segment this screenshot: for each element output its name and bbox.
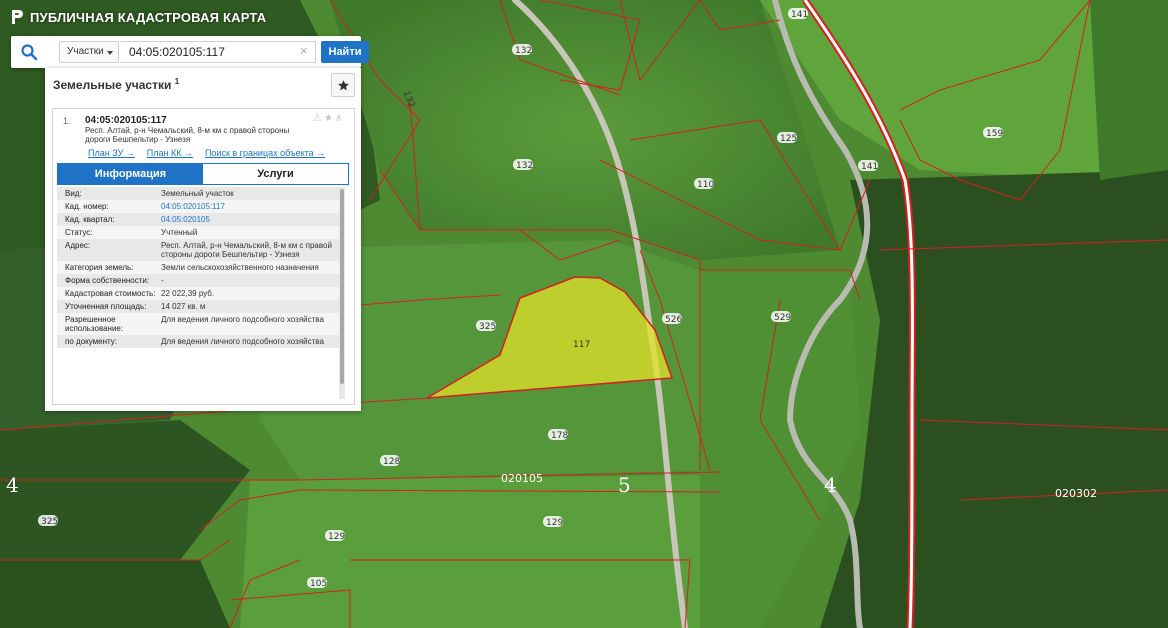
result-index: 1. <box>63 116 71 126</box>
info-row: Вид: Земельный участок <box>57 187 339 200</box>
info-row: по документу: Для ведения личного подсоб… <box>57 335 339 348</box>
app-title: ПУБЛИЧНАЯ КАДАСТРОВАЯ КАРТА <box>10 8 266 26</box>
result-count: 1 <box>174 77 180 86</box>
parcel-label: 526 <box>665 315 682 325</box>
parcel-label: 128 <box>383 457 400 467</box>
search-type-label: Участки <box>67 46 104 57</box>
info-row: Уточненная площадь: 14 027 кв. м <box>57 300 339 313</box>
info-value: Учтенный <box>161 228 198 237</box>
info-key: Адрес: <box>65 241 91 250</box>
parcel-label: 141 <box>791 10 808 20</box>
panel-title-text: Земельные участки <box>53 78 172 92</box>
result-cadastral-number[interactable]: 04:05:020105:117 <box>85 115 167 126</box>
parcel-label: 129 <box>328 532 345 542</box>
link-plan-kk[interactable]: План КК → <box>147 148 193 158</box>
panel-title: Земельные участки 1 <box>53 77 179 92</box>
scrollbar-thumb[interactable] <box>340 189 344 384</box>
parcel-label: 110 <box>697 180 714 190</box>
info-key: Форма собственности: <box>65 276 150 285</box>
tab-info[interactable]: Информация <box>58 164 203 184</box>
info-key: Кадастровая стоимость: <box>65 289 156 298</box>
card-links: План ЗУ → План КК → Поиск в границах объ… <box>88 148 325 158</box>
parcel-label: 129 <box>546 518 563 528</box>
star-icon <box>337 79 349 90</box>
collapse-icon[interactable]: ∧ <box>335 114 342 124</box>
info-value: Для ведения личного подсобного хозяйства <box>161 337 324 346</box>
parcel-label: 159 <box>986 129 1003 139</box>
favorites-button[interactable] <box>331 73 355 97</box>
app-title-text: ПУБЛИЧНАЯ КАДАСТРОВАЯ КАРТА <box>30 9 267 25</box>
info-table: Вид: Земельный участок Кад. номер: 04:05… <box>57 187 339 399</box>
info-value: Земли сельскохозяйственного назначения <box>161 263 319 272</box>
link-search-in-bounds[interactable]: Поиск в границах объекта → <box>205 148 325 158</box>
parcel-label: 325 <box>41 517 58 527</box>
quarter-label: 020302 <box>1055 487 1097 500</box>
info-key: Кад. квартал: <box>65 215 115 224</box>
info-row: Статус: Учтенный <box>57 226 339 239</box>
parcel-label: 529 <box>774 313 791 323</box>
clear-icon[interactable]: × <box>300 44 308 58</box>
info-key: Уточненная площадь: <box>65 302 147 311</box>
search-bar: Участки × Найти <box>11 36 369 68</box>
info-key: Вид: <box>65 189 82 198</box>
zone-label: 5 <box>618 473 631 497</box>
parcel-label: 105 <box>310 579 327 589</box>
parcel-label: 132 <box>516 161 533 171</box>
zone-label: 4 <box>6 473 19 497</box>
results-panel: Земельные участки 1 1. 04:05:020105:117 … <box>45 68 361 411</box>
result-address: Респ. Алтай, р-н Чемальский, 8-м км с пр… <box>85 126 290 144</box>
info-key: Статус: <box>65 228 93 237</box>
info-row: Разрешенное использование: Для ведения л… <box>57 313 339 335</box>
info-row: Кадастровая стоимость: 22 022,39 руб. <box>57 287 339 300</box>
info-value: 22 022,39 руб. <box>161 289 215 298</box>
star-icon[interactable]: ★ <box>324 114 333 124</box>
info-value-link[interactable]: 04:05:020105:117 <box>161 202 339 211</box>
link-plan-zu[interactable]: План ЗУ → <box>88 148 135 158</box>
search-icon[interactable] <box>20 43 38 61</box>
info-value: Респ. Алтай, р-н Чемальский, 8-м км с пр… <box>161 241 332 259</box>
info-scrollbar[interactable] <box>339 187 345 399</box>
card-icons: ⚠ ★ ∧ <box>313 114 342 124</box>
info-key: Категория земель: <box>65 263 134 272</box>
info-key: Кад. номер: <box>65 202 109 211</box>
parcel-label: 141 <box>861 162 878 172</box>
find-button[interactable]: Найти <box>321 41 369 63</box>
tab-services[interactable]: Услуги <box>203 164 348 184</box>
parcel-label: 125 <box>780 134 797 144</box>
parcel-label: 325 <box>479 322 496 332</box>
info-value-link[interactable]: 04:05:020105 <box>161 215 339 224</box>
info-key: по документу: <box>65 337 117 346</box>
parcel-label: 178 <box>551 431 568 441</box>
quarter-label: 020105 <box>501 472 543 485</box>
info-row: Кад. номер: 04:05:020105:117 <box>57 200 339 213</box>
info-key: Разрешенное использование: <box>65 315 124 333</box>
info-row: Кад. квартал: 04:05:020105 <box>57 213 339 226</box>
parcel-label: 132 <box>515 46 532 56</box>
warning-icon[interactable]: ⚠ <box>313 114 322 124</box>
info-value: Для ведения личного подсобного хозяйства <box>161 315 324 324</box>
chevron-down-icon <box>107 51 113 55</box>
search-type-select[interactable]: Участки <box>59 41 119 63</box>
rosreestr-logo-icon <box>12 10 23 24</box>
search-input[interactable] <box>120 41 316 63</box>
zone-label: 4 <box>824 473 837 497</box>
panel-header: Земельные участки 1 <box>45 68 361 102</box>
result-card[interactable]: 1. 04:05:020105:117 Респ. Алтай, р-н Чем… <box>52 108 355 405</box>
info-row: Категория земель: Земли сельскохозяйстве… <box>57 261 339 274</box>
info-row: Адрес: Респ. Алтай, р-н Чемальский, 8-м … <box>57 239 339 261</box>
selected-parcel-label: 117 <box>573 340 590 350</box>
info-value: 14 027 кв. м <box>161 302 206 311</box>
info-row: Форма собственности: - <box>57 274 339 287</box>
tabs: Информация Услуги <box>57 163 349 185</box>
info-value: - <box>161 276 164 285</box>
info-value: Земельный участок <box>161 189 234 198</box>
